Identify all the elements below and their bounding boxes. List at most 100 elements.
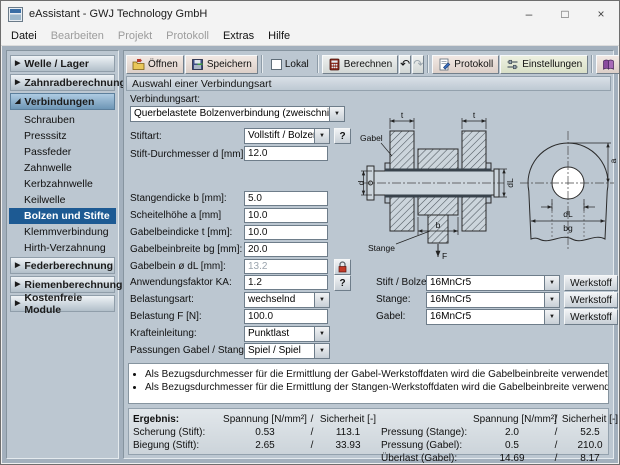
dim-dl-label: dL <box>505 178 515 188</box>
belastungsart-select[interactable]: wechselnd ▼ <box>244 292 330 308</box>
sidebar-item-zahnwelle[interactable]: Zahnwelle <box>9 160 116 176</box>
maximize-button[interactable]: □ <box>547 1 583 27</box>
sidebar-section-verbindungen[interactable]: ◢ Verbindungen <box>10 93 115 110</box>
menu-bar: Datei Bearbeiten Projekt Protokoll Extra… <box>1 27 619 46</box>
material-stange-werkstoff-button[interactable]: Werkstoff <box>564 292 618 308</box>
sidebar-section-label: Kostenfreie Module <box>24 292 114 316</box>
result-label: Biegung (Stift): <box>133 439 223 452</box>
toolbar-separator <box>427 55 429 73</box>
scheitelhoehe-input[interactable] <box>244 208 328 223</box>
anwendungsfaktor-input[interactable] <box>244 275 328 290</box>
gabelbeindicke-input[interactable] <box>244 225 328 240</box>
material-stange-label: Stange: <box>376 294 410 305</box>
chevron-down-icon[interactable]: ▼ <box>314 292 330 308</box>
redo-icon: ↷ <box>413 57 423 71</box>
verbindungsart-select[interactable]: Querbelastete Bolzenverbindung (zweischn… <box>130 106 345 122</box>
sidebar-item-bolzen-und-stifte[interactable]: Bolzen und Stifte <box>9 208 116 224</box>
sidebar-item-hirth-verzahnung[interactable]: Hirth-Verzahnung <box>9 240 116 256</box>
window-title: eAssistant - GWJ Technology GmbH <box>29 8 207 20</box>
toolbar-separator <box>591 55 593 73</box>
krafteinleitung-value: Punktlast <box>244 326 314 342</box>
stangendicke-input[interactable] <box>244 191 328 206</box>
chevron-down-icon[interactable]: ▼ <box>314 326 330 342</box>
anwendungsfaktor-help-button[interactable]: ? <box>334 275 351 291</box>
save-button[interactable]: Speichern <box>185 55 258 74</box>
undo-button[interactable]: ↶ <box>399 55 411 74</box>
sidebar-item-klemmverbindung[interactable]: Klemmverbindung <box>9 224 116 240</box>
material-stange-select[interactable]: 16MnCr5 ▼ <box>426 292 560 308</box>
chevron-down-icon[interactable]: ▼ <box>314 128 330 144</box>
menu-extras[interactable]: Extras <box>216 28 261 44</box>
chevron-down-icon[interactable]: ▼ <box>329 106 345 122</box>
sidebar-item-keilwelle[interactable]: Keilwelle <box>9 192 116 208</box>
result-label: Scherung (Stift): <box>133 426 223 439</box>
help-button[interactable]: Hilfe <box>596 55 620 74</box>
menu-bearbeiten: Bearbeiten <box>44 28 111 44</box>
calculate-button[interactable]: Berechnen <box>322 55 398 74</box>
sidebar-section-zahnradberechnung[interactable]: ▶ Zahnradberechnung <box>10 74 115 91</box>
calculator-icon <box>328 58 341 71</box>
gabelbein-dl-label: Gabelbein ø dL [mm]: <box>130 261 226 272</box>
close-button[interactable]: × <box>583 1 619 27</box>
material-gabel-select[interactable]: 16MnCr5 ▼ <box>426 309 560 325</box>
undo-icon: ↶ <box>400 57 410 71</box>
sidebar-section-riemenberechnung[interactable]: ▶ Riemenberechnung <box>10 276 115 293</box>
result-spannung: 2.65 <box>223 439 307 452</box>
krafteinleitung-select[interactable]: Punktlast ▼ <box>244 326 330 342</box>
lokal-checkbox[interactable]: Lokal <box>266 55 314 74</box>
material-stift-select[interactable]: 16MnCr5 ▼ <box>426 275 560 291</box>
note-item: Als Bezugsdurchmesser für die Ermittlung… <box>145 368 604 381</box>
checkbox-box <box>271 59 282 70</box>
sidebar-section-kostenfreie-module[interactable]: ▶ Kostenfreie Module <box>10 295 115 312</box>
spannung-header: Spannung [N/mm²] <box>473 413 551 426</box>
settings-button[interactable]: Einstellungen <box>500 55 588 74</box>
notes-list: Als Bezugsdurchmesser für die Ermittlung… <box>135 368 604 394</box>
sidebar-item-presssitz[interactable]: Presssitz <box>9 128 116 144</box>
gabelbeinbreite-label: Gabelbeinbreite bg [mm]: <box>130 244 242 255</box>
title-bar: eAssistant - GWJ Technology GmbH – □ × <box>1 1 619 27</box>
belastung-input[interactable] <box>244 309 328 324</box>
menu-datei[interactable]: Datei <box>4 28 44 44</box>
stiftart-select[interactable]: Vollstift / Bolzen ▼ <box>244 128 330 144</box>
sidebar-section-welle-lager[interactable]: ▶ Welle / Lager <box>10 55 115 72</box>
chevron-down-icon[interactable]: ▼ <box>544 275 560 291</box>
chevron-down-icon[interactable]: ▼ <box>544 309 560 325</box>
application-window: eAssistant - GWJ Technology GmbH – □ × D… <box>0 0 620 465</box>
material-stange-value: 16MnCr5 <box>426 292 544 308</box>
minimize-button[interactable]: – <box>511 1 547 27</box>
verbindungsart-label: Verbindungsart: <box>130 94 200 105</box>
passungen-label: Passungen Gabel / Stange: <box>130 345 252 356</box>
result-sicherheit: 8.17 <box>561 452 619 465</box>
protocol-button[interactable]: Protokoll <box>432 55 499 74</box>
scheitelhoehe-label: Scheitelhöhe a [mm] <box>130 210 221 221</box>
menu-hilfe[interactable]: Hilfe <box>261 28 297 44</box>
sidebar-item-schrauben[interactable]: Schrauben <box>9 112 116 128</box>
material-stift-werkstoff-button[interactable]: Werkstoff <box>564 275 618 291</box>
chevron-down-icon[interactable]: ▼ <box>544 292 560 308</box>
results-panel: Ergebnis: Spannung [N/mm²] / Sicherheit … <box>128 408 609 455</box>
result-spannung: 0.53 <box>223 426 307 439</box>
sidebar-item-kerbzahnwelle[interactable]: Kerbzahnwelle <box>9 176 116 192</box>
gabelbein-dl-input <box>244 259 328 274</box>
help-book-icon <box>602 58 615 71</box>
gabelbein-dl-lock-button[interactable] <box>334 259 351 275</box>
material-gabel-werkstoff-button[interactable]: Werkstoff <box>564 309 618 325</box>
dim-t-label: t <box>473 111 476 120</box>
open-button[interactable]: Öffnen <box>126 55 184 74</box>
sidebar-item-passfeder[interactable]: Passfeder <box>9 144 116 160</box>
sidebar: ▶ Welle / Lager ▶ Zahnradberechnung ◢ Ve… <box>6 50 119 459</box>
chevron-expanded-icon: ◢ <box>15 98 20 105</box>
passungen-select[interactable]: Spiel / Spiel ▼ <box>244 343 330 359</box>
protocol-document-icon <box>438 58 451 71</box>
app-icon <box>8 7 23 22</box>
results-title: Ergebnis: <box>133 413 223 426</box>
sidebar-section-federberechnung[interactable]: ▶ Federberechnung <box>10 257 115 274</box>
gabelbeinbreite-input[interactable] <box>244 242 328 257</box>
stiftart-label: Stiftart: <box>130 131 162 142</box>
chevron-down-icon[interactable]: ▼ <box>314 343 330 359</box>
gabel-label: Gabel <box>360 133 383 143</box>
belastungsart-value: wechselnd <box>244 292 314 308</box>
stift-durchmesser-input[interactable] <box>244 146 328 161</box>
stiftart-help-button[interactable]: ? <box>334 128 351 144</box>
window-controls: – □ × <box>511 1 619 27</box>
